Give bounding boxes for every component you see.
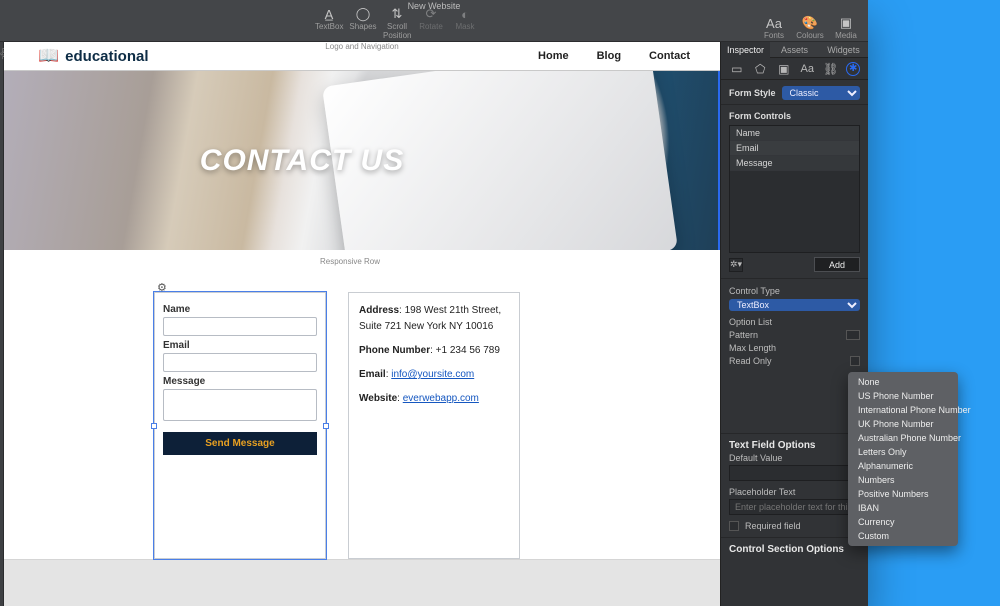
add-control-button[interactable]: Add (814, 257, 860, 272)
text-field-options-heading: Text Field Options (721, 434, 868, 453)
control-type-label: Control Type (729, 286, 789, 296)
tool-mask: ◐Mask (451, 6, 479, 40)
list-item[interactable]: Name (730, 126, 859, 141)
tool-media[interactable]: ▣Media (832, 15, 860, 40)
pattern-option[interactable]: IBAN (848, 501, 958, 515)
pattern-option[interactable]: Custom (848, 529, 958, 543)
form-controls-list[interactable]: NameEmailMessage (729, 125, 860, 253)
pattern-option[interactable]: Positive Numbers (848, 487, 958, 501)
site-content: ⚙ Name Email Message Send Message Addres… (4, 250, 720, 560)
widget-gear-icon[interactable]: ⚙ (157, 281, 171, 295)
placeholder-text-label: Placeholder Text (721, 487, 868, 497)
tab-inspector[interactable]: Inspector (721, 42, 770, 58)
form-submit-button[interactable]: Send Message (163, 432, 317, 455)
info-address-label: Address (359, 305, 399, 316)
control-type-select[interactable]: TextBox (729, 299, 860, 311)
shape-icon[interactable]: ⬠ (752, 61, 768, 77)
tool-scroll[interactable]: ⇅Scroll Position (383, 6, 411, 40)
resize-handle-right[interactable] (323, 423, 329, 429)
form-controls-label: Form Controls (729, 111, 860, 121)
control-section-options-heading: Control Section Options (721, 537, 868, 557)
tool-fonts[interactable]: AaFonts (760, 15, 788, 40)
pattern-option[interactable]: Letters Only (848, 445, 958, 459)
main-toolbar: A̲TextBox◯Shapes⇅Scroll Position⟳Rotate◐… (0, 12, 868, 42)
site-hero[interactable]: CONTACT US (4, 70, 720, 250)
placeholder-text-input[interactable] (729, 499, 860, 515)
pattern-option[interactable]: UK Phone Number (848, 417, 958, 431)
info-email-label: Email (359, 369, 386, 380)
widget-settings-icon[interactable]: ✱ (846, 62, 860, 76)
nav-blog[interactable]: Blog (597, 50, 621, 62)
pattern-label: Pattern (729, 330, 789, 340)
section-label-logo: Logo and Navigation (325, 42, 398, 51)
inspector-mode-row: ▭ ⬠ ▣ Aa ⛓ ✱ (721, 58, 868, 80)
info-phone-label: Phone Number (359, 345, 430, 356)
tool-textbox[interactable]: A̲TextBox (315, 6, 343, 40)
pattern-option[interactable]: US Phone Number (848, 389, 958, 403)
rotate-icon: ⟳ (417, 6, 445, 22)
section-label-row: Responsive Row (320, 257, 380, 266)
contact-form-widget[interactable]: ⚙ Name Email Message Send Message (154, 292, 326, 559)
book-open-icon: 📖 (38, 46, 59, 66)
tool-colours[interactable]: 🎨Colours (796, 15, 824, 40)
pattern-option[interactable]: None (848, 375, 958, 389)
image-icon[interactable]: ▣ (776, 61, 792, 77)
list-item[interactable]: Email (730, 141, 859, 156)
tool-rotate: ⟳Rotate (417, 6, 445, 40)
inspector-panel: Inspector Assets Widgets ▭ ⬠ ▣ Aa ⛓ ✱ Fo… (720, 42, 868, 606)
form-message-input[interactable] (163, 389, 317, 421)
shapes-icon: ◯ (349, 6, 377, 22)
info-website-label: Website (359, 393, 397, 404)
site-brand[interactable]: 📖 educational (38, 46, 149, 66)
form-style-select[interactable]: Classic (782, 86, 860, 100)
scroll-icon: ⇅ (383, 6, 411, 22)
nav-home[interactable]: Home (538, 50, 569, 62)
list-item[interactable]: Message (730, 156, 859, 171)
read-only-label: Read Only (729, 356, 789, 366)
pattern-option[interactable]: Currency (848, 515, 958, 529)
page-icon[interactable]: ▭ (729, 61, 745, 77)
form-name-input[interactable] (163, 317, 317, 336)
info-website-link[interactable]: everwebapp.com (403, 393, 479, 404)
app-window: New Website A̲TextBox◯Shapes⇅Scroll Posi… (0, 0, 868, 606)
max-length-label: Max Length (729, 343, 789, 353)
form-style-label: Form Style (729, 88, 776, 98)
option-list-label: Option List (729, 317, 789, 327)
mask-icon: ◐ (451, 6, 479, 22)
fonts-icon: Aa (760, 15, 788, 31)
tab-assets[interactable]: Assets (770, 42, 819, 58)
form-email-input[interactable] (163, 353, 317, 372)
required-label: Required field (745, 521, 801, 531)
info-email-link[interactable]: info@yoursite.com (391, 369, 474, 380)
pattern-option[interactable]: Alphanumeric (848, 459, 958, 473)
default-value-label: Default Value (721, 453, 868, 463)
info-phone-value: : +1 234 56 789 (430, 345, 500, 356)
form-message-label: Message (163, 376, 317, 387)
list-gear-button[interactable]: ✲▾ (729, 258, 743, 272)
form-name-label: Name (163, 304, 317, 315)
resize-handle-left[interactable] (151, 423, 157, 429)
pattern-dropdown-menu[interactable]: NoneUS Phone NumberInternational Phone N… (848, 372, 958, 546)
text-icon[interactable]: Aa (799, 61, 815, 77)
pattern-select[interactable] (846, 330, 860, 340)
link-icon[interactable]: ⛓ (823, 61, 839, 77)
default-value-input[interactable] (729, 465, 860, 481)
read-only-checkbox[interactable] (850, 356, 860, 366)
form-email-label: Email (163, 340, 317, 351)
design-canvas[interactable]: Logo and Navigation Responsive Row 📖 edu… (4, 42, 720, 606)
pattern-option[interactable]: Numbers (848, 473, 958, 487)
tool-shapes[interactable]: ◯Shapes (349, 6, 377, 40)
site-brand-text: educational (65, 48, 148, 65)
pattern-option[interactable]: Australian Phone Number (848, 431, 958, 445)
site-footer-placeholder (4, 560, 720, 606)
media-icon: ▣ (832, 15, 860, 31)
required-checkbox[interactable] (729, 521, 739, 531)
tab-widgets[interactable]: Widgets (819, 42, 868, 58)
textbox-icon: A̲ (315, 6, 343, 22)
nav-contact[interactable]: Contact (649, 50, 690, 62)
hero-title: CONTACT US (200, 144, 404, 178)
contact-info-card[interactable]: Address: 198 West 21th Street, Suite 721… (348, 292, 520, 559)
pattern-option[interactable]: International Phone Number (848, 403, 958, 417)
colours-icon: 🎨 (796, 15, 824, 31)
